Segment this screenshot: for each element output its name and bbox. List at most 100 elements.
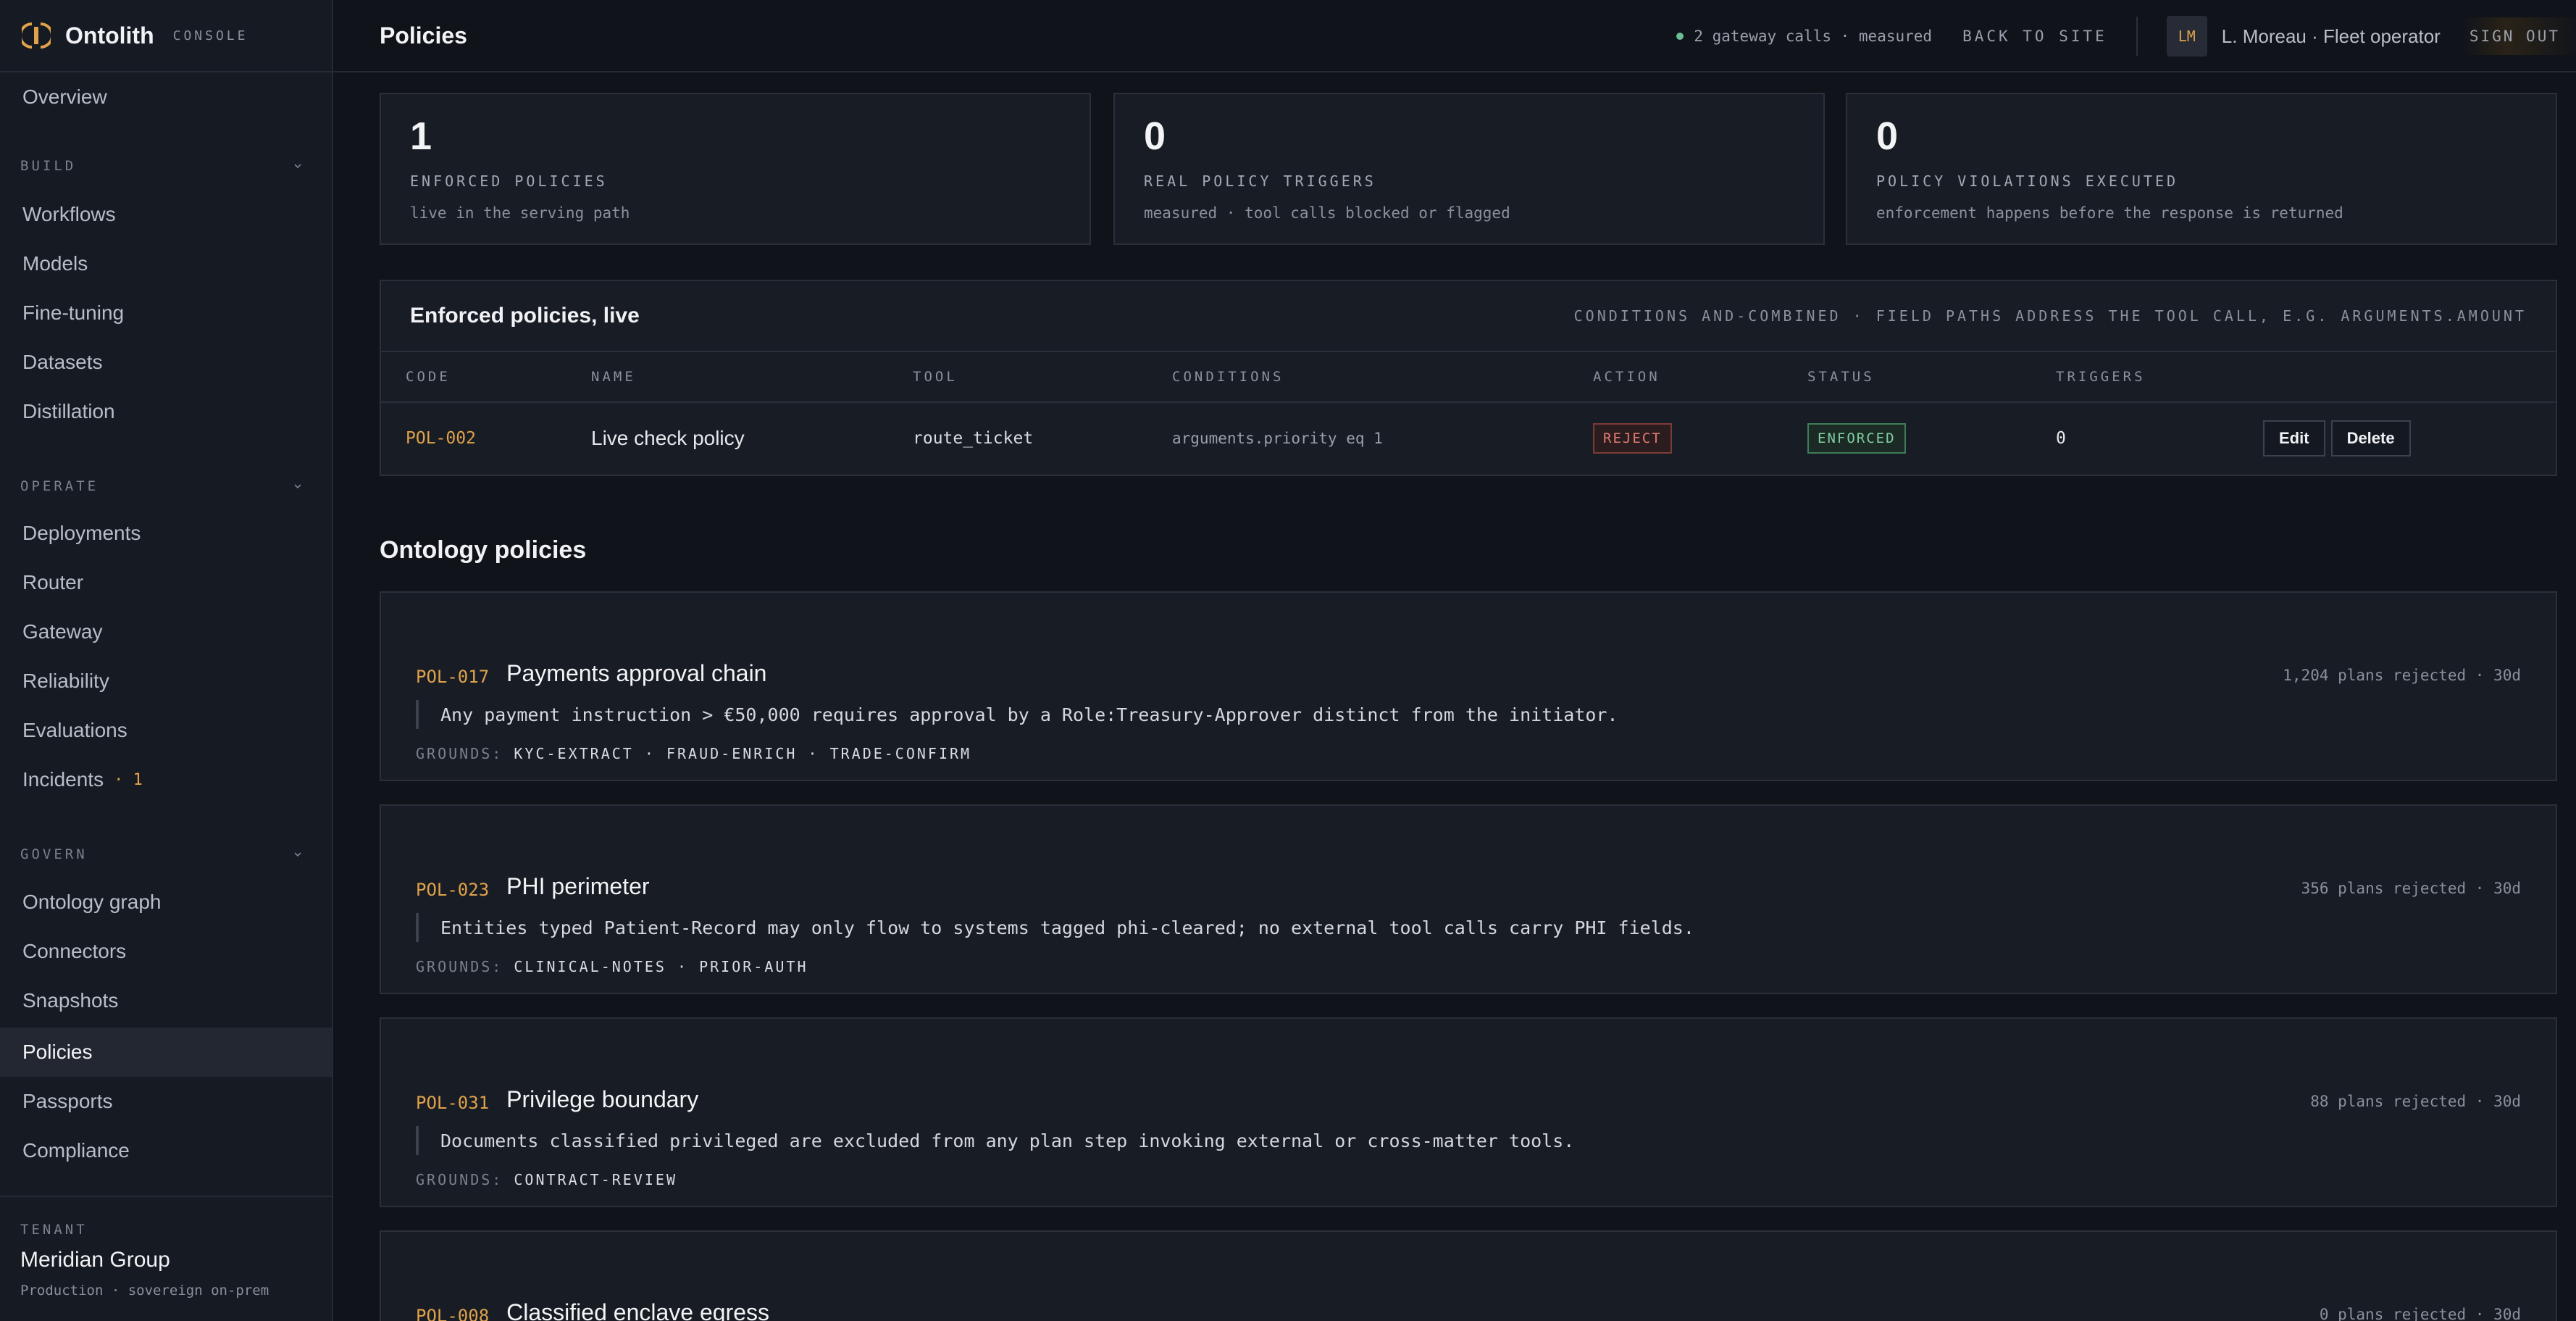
brand[interactable]: Ontolith CONSOLE (0, 0, 332, 72)
policy-code: POL-017 (416, 667, 490, 687)
sidebar-item-policies[interactable]: Policies (0, 1028, 332, 1077)
sidebar-item-passports[interactable]: Passports (0, 1077, 332, 1126)
table-row[interactable]: POL-002 Live check policy route_ticket a… (381, 403, 2556, 474)
grounds-value: CONTRACT-REVIEW (514, 1171, 677, 1188)
tenant-label: TENANT (20, 1222, 88, 1238)
policy-stat: 0 plans rejected · 30d (2319, 1306, 2521, 1321)
table-column-headers: CODE NAME TOOL CONDITIONS ACTION STATUS … (381, 352, 2556, 403)
page-title: Policies (380, 22, 467, 49)
trigger-count: 0 (2056, 429, 2066, 448)
tenant-switcher[interactable]: TENANT Meridian Group Production · sover… (0, 1196, 332, 1321)
action-badge: REJECT (1593, 423, 1672, 454)
delete-button[interactable]: Delete (2330, 420, 2411, 457)
tenant-name: Meridian Group (20, 1248, 170, 1272)
stat-value: 0 (1144, 114, 1166, 158)
section-operate[interactable]: OPERATE (20, 475, 303, 497)
incidents-count-badge: · 1 (114, 770, 143, 789)
policy-card[interactable]: POL-023 PHI perimeter 356 plans rejected… (380, 804, 2557, 994)
sidebar-item-snapshots[interactable]: Snapshots (0, 976, 332, 1025)
stat-subtext: enforcement happens before the response … (1876, 204, 2343, 222)
policy-card[interactable]: POL-017 Payments approval chain 1,204 pl… (380, 591, 2557, 781)
column-header-triggers: TRIGGERS (2056, 369, 2146, 385)
column-header-code: CODE (406, 369, 451, 385)
topbar-right: 2 gateway calls · measured BACK TO SITE … (1676, 0, 2576, 72)
table-note: CONDITIONS AND-COMBINED · FIELD PATHS AD… (1573, 307, 2527, 325)
column-header-conditions: CONDITIONS (1172, 369, 1284, 385)
section-label: OPERATE (20, 478, 99, 494)
sidebar-item-datasets[interactable]: Datasets (0, 338, 332, 387)
policy-title: Privilege boundary (506, 1086, 699, 1112)
stat-label: REAL POLICY TRIGGERS (1144, 172, 1376, 190)
sidebar-item-fine-tuning[interactable]: Fine-tuning (0, 288, 332, 338)
sidebar-item-label: Compliance (22, 1139, 130, 1162)
sidebar-item-ontology-graph[interactable]: Ontology graph (0, 878, 332, 927)
stat-card-violations: 0 POLICY VIOLATIONS EXECUTED enforcement… (1846, 93, 2557, 245)
sidebar-item-workflows[interactable]: Workflows (0, 190, 332, 239)
policy-grounds: GROUNDS: CONTRACT-REVIEW (416, 1171, 2521, 1188)
sign-out-button[interactable]: SIGN OUT (2460, 17, 2576, 55)
policy-code: POL-023 (416, 880, 490, 900)
section-build[interactable]: BUILD (20, 155, 303, 177)
sidebar-item-label: Models (22, 252, 88, 275)
sidebar-item-compliance[interactable]: Compliance (0, 1126, 332, 1175)
policy-card[interactable]: POL-008 Classified enclave egress 0 plan… (380, 1230, 2557, 1321)
stat-card-enforced: 1 ENFORCED POLICIES live in the serving … (380, 93, 1091, 245)
sidebar-item-label: Fine-tuning (22, 301, 125, 324)
section-label: GOVERN (20, 846, 88, 862)
sidebar-item-reliability[interactable]: Reliability (0, 657, 332, 706)
column-header-action: ACTION (1593, 369, 1660, 385)
policy-code: POL-008 (416, 1306, 490, 1321)
sidebar-item-label: Gateway (22, 620, 103, 643)
sidebar-item-incidents[interactable]: Incidents · 1 (0, 755, 332, 804)
sidebar-item-label: Router (22, 571, 84, 593)
sidebar-item-label: Snapshots (22, 989, 119, 1012)
edit-button[interactable]: Edit (2263, 420, 2325, 457)
sidebar-item-router[interactable]: Router (0, 558, 332, 607)
sidebar-item-distillation[interactable]: Distillation (0, 387, 332, 436)
back-to-site-link[interactable]: BACK TO SITE (1962, 28, 2107, 45)
topbar: Policies 2 gateway calls · measured BACK… (333, 0, 2576, 72)
policy-title: PHI perimeter (506, 873, 650, 899)
stat-subtext: live in the serving path (410, 204, 630, 222)
sidebar-item-models[interactable]: Models (0, 239, 332, 288)
policy-code: POL-031 (416, 1093, 490, 1113)
sidebar-item-evaluations[interactable]: Evaluations (0, 706, 332, 755)
column-header-name: NAME (591, 369, 636, 385)
policy-card[interactable]: POL-031 Privilege boundary 88 plans reje… (380, 1017, 2557, 1207)
policy-stat: 1,204 plans rejected · 30d (2283, 667, 2521, 684)
sidebar-item-connectors[interactable]: Connectors (0, 927, 332, 976)
sidebar-item-label: Reliability (22, 670, 109, 692)
ontology-policies-title: Ontology policies (380, 536, 587, 564)
policy-card-header: POL-023 PHI perimeter 356 plans rejected… (416, 806, 2521, 913)
brand-subtitle: CONSOLE (172, 28, 248, 43)
sidebar-item-gateway[interactable]: Gateway (0, 607, 332, 657)
grounds-label: GROUNDS: (416, 958, 503, 975)
stat-value: 0 (1876, 114, 1899, 158)
sidebar-item-label: Distillation (22, 400, 115, 422)
sidebar-item-label: Incidents (22, 768, 104, 791)
policy-card-header: POL-008 Classified enclave egress 0 plan… (416, 1232, 2521, 1321)
column-header-tool: TOOL (913, 369, 958, 385)
tenant-meta: Production · sovereign on-prem (20, 1283, 269, 1299)
stat-label: ENFORCED POLICIES (410, 172, 608, 190)
policy-conditions: arguments.priority eq 1 (1172, 430, 1383, 447)
policy-card-header: POL-031 Privilege boundary 88 plans reje… (416, 1019, 2521, 1126)
policy-title: Classified enclave egress (506, 1299, 769, 1321)
policy-rule: Any payment instruction > €50,000 requir… (416, 700, 2521, 729)
section-govern[interactable]: GOVERN (20, 843, 303, 865)
stat-label: POLICY VIOLATIONS EXECUTED (1876, 172, 2179, 190)
sidebar-item-overview[interactable]: Overview (0, 72, 332, 122)
status-badge: ENFORCED (1807, 423, 1906, 454)
grounds-value: KYC-EXTRACT · FRAUD-ENRICH · TRADE-CONFI… (514, 745, 972, 762)
table-header: Enforced policies, live CONDITIONS AND-C… (381, 281, 2556, 352)
sidebar-item-deployments[interactable]: Deployments (0, 509, 332, 558)
brand-name: Ontolith (65, 22, 154, 49)
divider (2136, 17, 2138, 56)
sidebar-item-label: Policies (22, 1041, 93, 1063)
policy-grounds: GROUNDS: CLINICAL-NOTES · PRIOR-AUTH (416, 958, 2521, 975)
policy-stat: 88 plans rejected · 30d (2310, 1093, 2521, 1110)
policy-rule: Documents classified privileged are excl… (416, 1126, 2521, 1155)
sidebar-item-label: Workflows (22, 203, 116, 225)
avatar[interactable]: LM (2166, 16, 2207, 57)
sidebar-item-label: Overview (22, 86, 107, 108)
